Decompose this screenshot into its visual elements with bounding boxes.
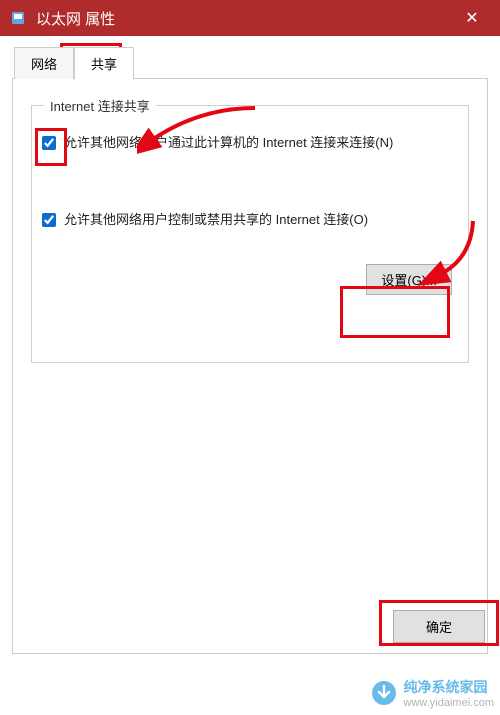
window-title: 以太网 属性: [36, 8, 452, 29]
content-area: 网络 共享 Internet 连接共享 允许其他网络用户通过此计算机的 Inte…: [0, 36, 500, 654]
watermark-url: www.yidaimei.com: [404, 697, 494, 709]
tab-sharing[interactable]: 共享: [74, 47, 134, 80]
sharing-panel: Internet 连接共享 允许其他网络用户通过此计算机的 Internet 连…: [12, 79, 488, 654]
close-icon[interactable]: ✕: [452, 0, 492, 36]
group-internet-sharing: Internet 连接共享 允许其他网络用户通过此计算机的 Internet 连…: [31, 105, 469, 363]
checkbox-row-allow-connect: 允许其他网络用户通过此计算机的 Internet 连接来连接(N): [42, 134, 458, 153]
tab-network[interactable]: 网络: [14, 47, 74, 79]
settings-button[interactable]: 设置(G)...: [366, 264, 452, 295]
tab-strip: 网络 共享: [12, 46, 488, 79]
ok-button[interactable]: 确定: [393, 610, 485, 643]
ethernet-icon: [10, 10, 26, 26]
group-title: Internet 连接共享: [44, 96, 156, 115]
settings-row: 设置(G)...: [42, 264, 458, 295]
checkbox-allow-connect-label: 允许其他网络用户通过此计算机的 Internet 连接来连接(N): [64, 134, 393, 153]
checkbox-allow-control-label: 允许其他网络用户控制或禁用共享的 Internet 连接(O): [64, 211, 368, 230]
checkbox-allow-connect[interactable]: [42, 136, 56, 150]
dialog-footer: 确定: [13, 610, 487, 643]
watermark: 纯净系统家园 www.yidaimei.com: [370, 677, 494, 709]
checkbox-allow-control[interactable]: [42, 213, 56, 227]
watermark-logo-icon: [370, 679, 398, 707]
checkbox-row-allow-control: 允许其他网络用户控制或禁用共享的 Internet 连接(O): [42, 211, 458, 230]
watermark-text: 纯净系统家园: [404, 677, 494, 697]
titlebar: 以太网 属性 ✕: [0, 0, 500, 36]
